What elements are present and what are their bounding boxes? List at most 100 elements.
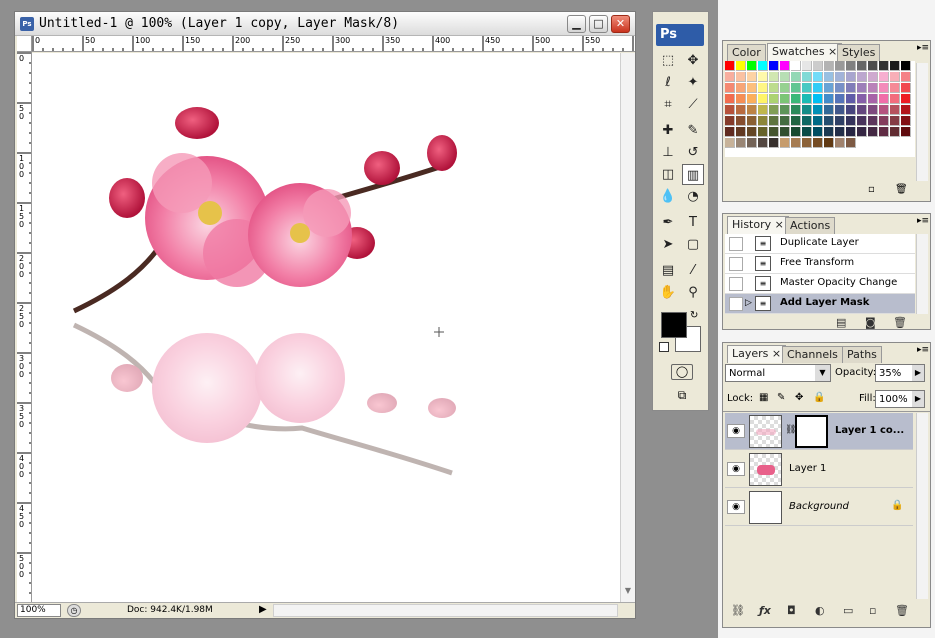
swatch[interactable] — [725, 138, 735, 148]
swatch[interactable] — [901, 94, 911, 104]
trash-icon[interactable]: 🗑 — [895, 184, 908, 195]
new-group-icon[interactable]: ▭ — [843, 604, 853, 617]
swatch[interactable] — [802, 138, 812, 148]
swatch[interactable] — [890, 127, 900, 137]
zoom-icon[interactable]: ⚲ — [682, 282, 704, 303]
swatch[interactable] — [791, 138, 801, 148]
swatch[interactable] — [758, 94, 768, 104]
new-document-from-state-icon[interactable]: ▤ — [836, 316, 846, 329]
swatch[interactable] — [725, 116, 735, 126]
swatch[interactable] — [846, 72, 856, 82]
photoshop-logo[interactable]: Ps — [656, 24, 704, 46]
swatch[interactable] — [780, 105, 790, 115]
swatch[interactable] — [879, 83, 889, 93]
swatch[interactable] — [758, 116, 768, 126]
swatch[interactable] — [802, 127, 812, 137]
type-icon[interactable]: T — [682, 212, 704, 233]
swatch[interactable] — [791, 94, 801, 104]
magic-wand-icon[interactable]: ✦ — [682, 72, 704, 93]
swatch[interactable] — [736, 105, 746, 115]
trash-icon[interactable]: 🗑 — [895, 604, 909, 617]
swatch[interactable] — [725, 127, 735, 137]
pen-icon[interactable]: ✒ — [657, 212, 679, 233]
swatch[interactable] — [747, 61, 757, 71]
swatch[interactable] — [868, 105, 878, 115]
history-source-checkbox[interactable] — [729, 277, 743, 291]
swatch[interactable] — [736, 61, 746, 71]
swatch[interactable] — [747, 116, 757, 126]
swatch[interactable] — [879, 105, 889, 115]
swatch[interactable] — [835, 105, 845, 115]
swatch[interactable] — [890, 72, 900, 82]
swatch[interactable] — [780, 83, 790, 93]
swatch[interactable] — [769, 116, 779, 126]
status-menu-arrow-icon[interactable]: ▶ — [259, 604, 267, 615]
swatch[interactable] — [758, 105, 768, 115]
eye-icon[interactable]: ◉ — [727, 424, 745, 438]
image-canvas[interactable] — [32, 53, 620, 602]
swatch[interactable] — [758, 72, 768, 82]
swatch[interactable] — [813, 94, 823, 104]
swatch[interactable] — [824, 105, 834, 115]
scroll-down-arrow-icon[interactable]: ▼ — [622, 586, 634, 600]
swatch[interactable] — [824, 61, 834, 71]
brush-icon[interactable]: ✎ — [682, 120, 704, 141]
swatch[interactable] — [835, 94, 845, 104]
trash-icon[interactable]: 🗑 — [893, 316, 907, 329]
swatch[interactable] — [879, 72, 889, 82]
history-item[interactable]: ≡ Free Transform — [725, 254, 915, 274]
fill-field[interactable]: 100% ▶ — [875, 390, 925, 408]
add-mask-icon[interactable]: ◘ — [787, 604, 796, 617]
horizontal-ruler[interactable]: 0 50 100 150 200 250 300 350 400 450 500 550 — [32, 36, 635, 52]
tab-history[interactable]: History × — [727, 216, 789, 234]
swatch[interactable] — [824, 94, 834, 104]
swatch[interactable] — [890, 61, 900, 71]
swatch[interactable] — [868, 116, 878, 126]
minimize-button[interactable]: ▁ — [567, 15, 586, 33]
panel-menu-icon[interactable]: ▸≡ — [917, 345, 929, 355]
swatch[interactable] — [835, 127, 845, 137]
swatch[interactable] — [901, 61, 911, 71]
swatch[interactable] — [835, 83, 845, 93]
swatch[interactable] — [846, 127, 856, 137]
opacity-slider-arrow-icon[interactable]: ▶ — [912, 365, 924, 381]
status-info-icon[interactable]: ◷ — [67, 604, 81, 617]
swatch[interactable] — [758, 61, 768, 71]
swatch[interactable] — [747, 94, 757, 104]
lasso-icon[interactable]: ℓ — [657, 72, 679, 93]
swatch[interactable] — [901, 72, 911, 82]
swatch[interactable] — [736, 127, 746, 137]
history-item[interactable]: ≡ Duplicate Layer — [725, 234, 915, 254]
swap-colors-icon[interactable]: ↻ — [690, 310, 698, 321]
eraser-icon[interactable]: ◫ — [657, 164, 679, 185]
swatch[interactable] — [747, 83, 757, 93]
eyedropper-icon[interactable]: ⁄ — [682, 260, 704, 281]
swatch[interactable] — [802, 105, 812, 115]
swatch[interactable] — [835, 72, 845, 82]
swatch[interactable] — [846, 116, 856, 126]
close-button[interactable]: ✕ — [611, 15, 630, 33]
dodge-icon[interactable]: ◔ — [682, 186, 704, 207]
swatch[interactable] — [835, 116, 845, 126]
swatch[interactable] — [890, 116, 900, 126]
zoom-field[interactable]: 100% — [17, 604, 61, 617]
history-source-checkbox[interactable] — [729, 257, 743, 271]
snapshot-icon[interactable]: ◙ — [865, 316, 876, 329]
history-source-checkbox[interactable] — [729, 237, 743, 251]
swatch[interactable] — [879, 61, 889, 71]
swatch[interactable] — [791, 61, 801, 71]
swatch[interactable] — [769, 83, 779, 93]
new-swatch-icon[interactable]: ▫ — [868, 184, 875, 195]
swatch[interactable] — [791, 127, 801, 137]
default-colors-icon[interactable] — [659, 342, 669, 352]
history-item[interactable]: ≡ Master Opacity Change — [725, 274, 915, 294]
swatch[interactable] — [769, 105, 779, 115]
swatch[interactable] — [901, 83, 911, 93]
swatch[interactable] — [736, 138, 746, 148]
hand-icon[interactable]: ✋ — [657, 282, 679, 303]
swatch[interactable] — [857, 116, 867, 126]
lock-image-icon[interactable]: ✎ — [777, 392, 785, 403]
history-scrollbar[interactable] — [916, 234, 928, 314]
swatch[interactable] — [758, 127, 768, 137]
notes-icon[interactable]: ▤ — [657, 260, 679, 281]
